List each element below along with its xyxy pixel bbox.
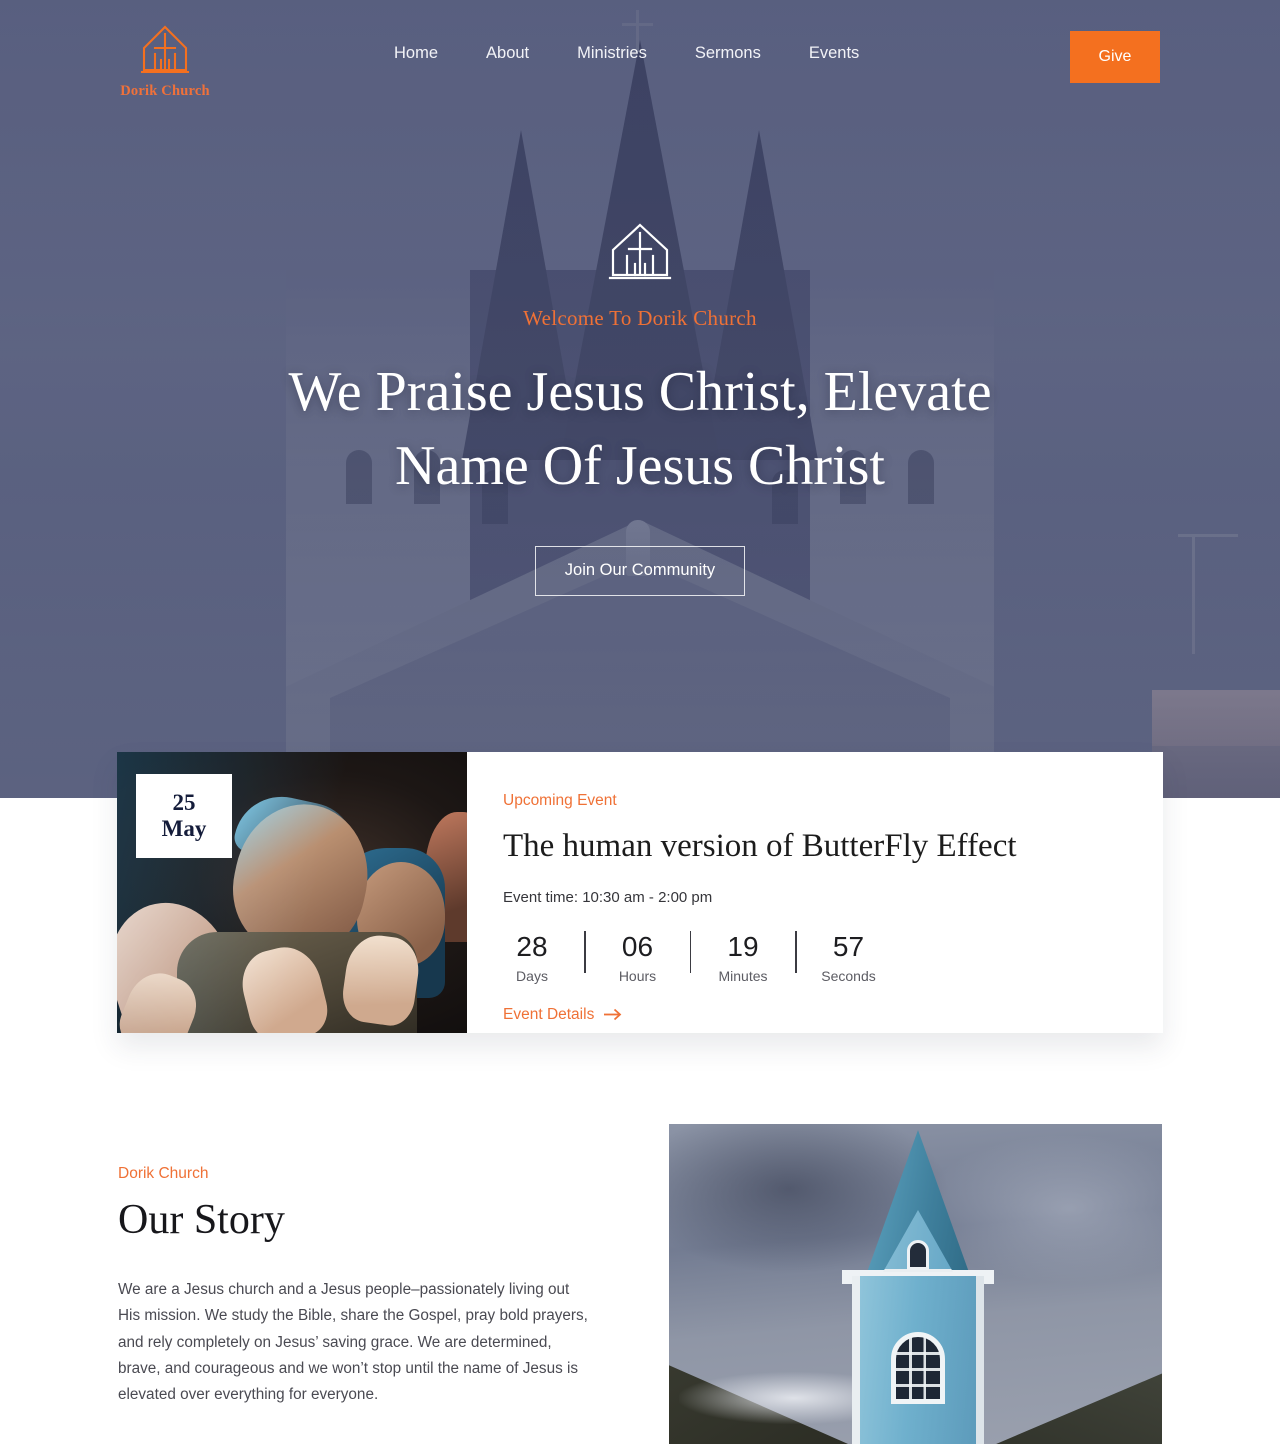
countdown-separator [584,930,586,973]
church-icon [607,222,673,284]
event-photo: 25 May [117,752,467,1033]
nav-item-ministries[interactable]: Ministries [553,44,671,63]
event-date-badge: 25 May [136,774,232,858]
countdown-minutes-label: Minutes [718,967,768,984]
story-title: Our Story [118,1197,285,1243]
countdown-seconds-value: 57 [832,930,865,962]
hero-content: Welcome To Dorik Church We Praise Jesus … [0,0,1280,798]
event-time: Event time: 10:30 am - 2:00 pm [503,888,713,906]
story-window-grid [896,1337,940,1399]
nav-item-sermons[interactable]: Sermons [671,44,785,63]
main-navigation: Dorik Church Home About Ministries Sermo… [0,0,1280,116]
countdown-hours-label: Hours [618,967,657,984]
countdown-minutes-value: 19 [727,930,759,962]
story-kicker: Dorik Church [118,1165,209,1182]
give-button[interactable]: Give [1070,31,1160,83]
our-story-section: Dorik Church Our Story We are a Jesus ch… [0,1033,1280,1444]
countdown-separator [689,930,691,973]
arrow-right-icon [603,1008,622,1021]
event-details-label: Event Details [503,1005,595,1023]
event-countdown: 28 Days 06 Hours 19 Minutes 57 Seconds [503,930,1163,984]
hero-title: We Praise Jesus Christ, Elevate Name Of … [200,355,1080,504]
story-body: We are a Jesus church and a Jesus people… [118,1281,588,1404]
hero-title-line-1: We Praise Jesus Christ, Elevate [288,361,992,423]
brand-logo-link[interactable]: Dorik Church [118,24,212,100]
countdown-hours-value: 06 [621,930,654,962]
countdown-seconds: 57 Seconds [820,931,878,984]
event-title: The human version of ButterFly Effect [503,828,1017,864]
event-details-link[interactable]: Event Details [503,1006,622,1024]
story-arched-window [891,1332,945,1404]
story-gable-window [907,1240,929,1270]
nav-item-about[interactable]: About [462,44,553,63]
church-icon [139,24,191,78]
hero-section: Dorik Church Home About Ministries Sermo… [0,0,1280,798]
countdown-days-value: 28 [516,930,548,962]
event-date-day: 25 [172,789,196,815]
countdown-seconds-label: Seconds [821,967,876,984]
nav-links: Home About Ministries Sermons Events [370,44,883,63]
hero-title-line-2: Name Of Jesus Christ [395,435,885,498]
join-community-button[interactable]: Join Our Community [535,545,745,596]
event-kicker: Upcoming Event [503,792,617,809]
countdown-days: 28 Days [503,931,561,984]
countdown-hours: 06 Hours [609,931,667,984]
nav-item-home[interactable]: Home [370,44,462,63]
story-image [669,1124,1162,1444]
story-text-column: Dorik Church Our Story We are a Jesus ch… [118,1165,628,1409]
hero-eyebrow: Welcome To Dorik Church [523,306,757,330]
brand-name: Dorik Church [120,83,210,99]
upcoming-event-card: 25 May Upcoming Event The human version … [117,752,1163,1033]
countdown-separator [795,930,797,973]
event-date-month: May [161,816,207,841]
nav-item-events[interactable]: Events [785,44,883,63]
countdown-days-label: Days [516,967,548,984]
event-details: Upcoming Event The human version of Butt… [467,752,1163,1033]
countdown-minutes: 19 Minutes [714,931,772,984]
